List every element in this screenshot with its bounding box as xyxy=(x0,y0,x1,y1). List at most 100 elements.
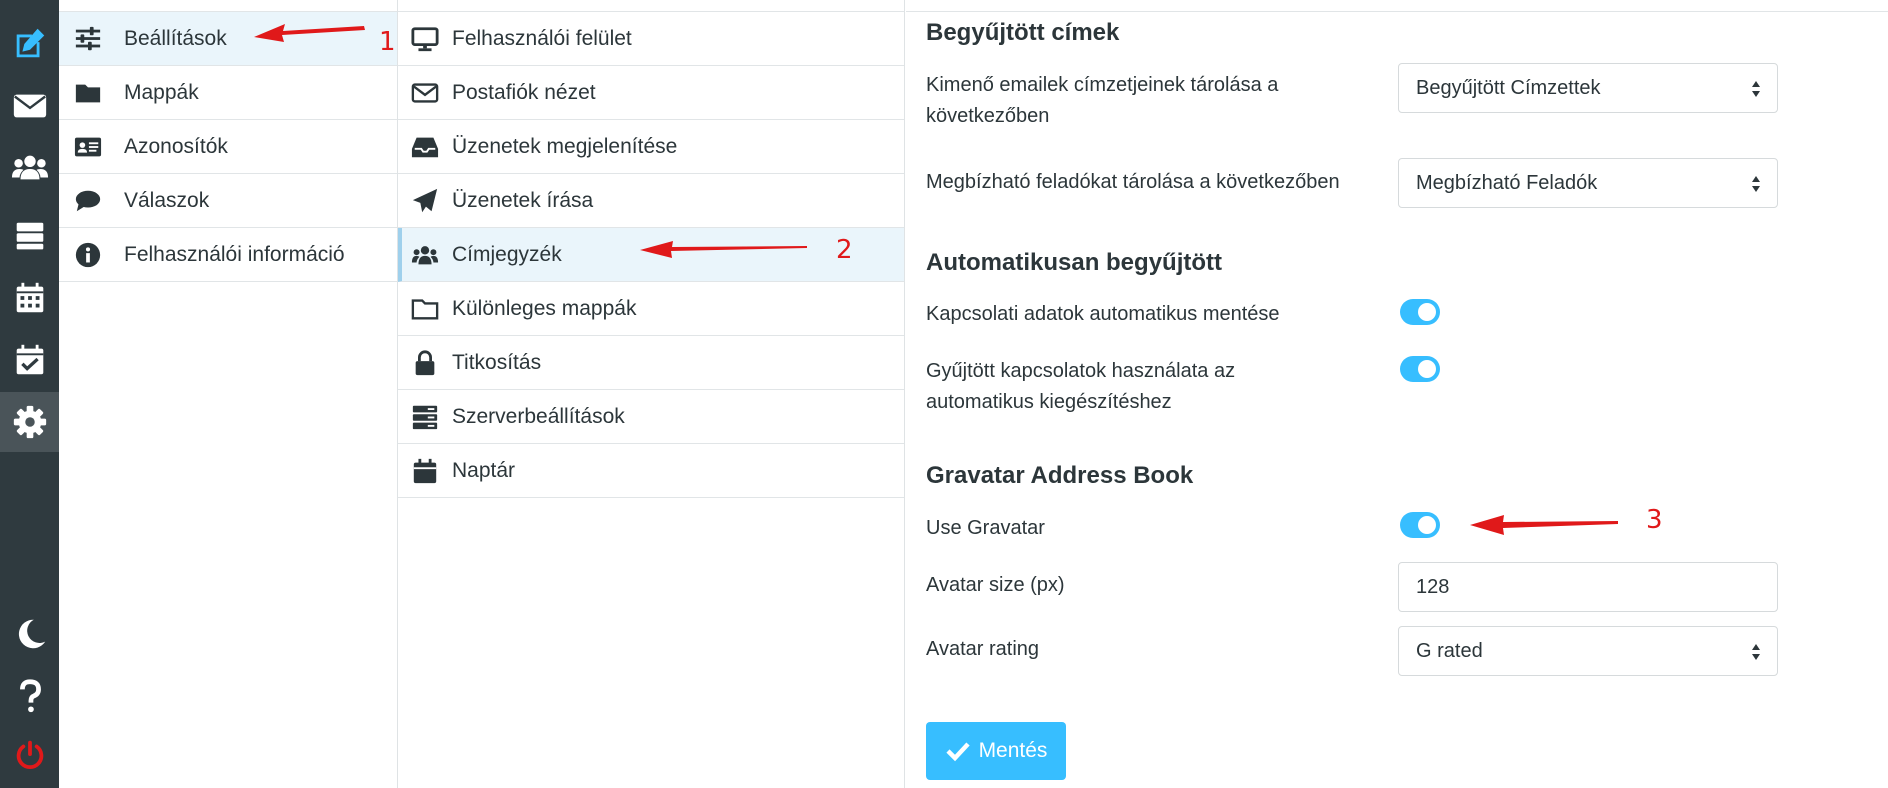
sort-caret-icon xyxy=(1752,81,1760,97)
moon-icon xyxy=(18,619,45,649)
annotation-number-3: 3 xyxy=(1646,505,1663,535)
avatar-rating-label: Avatar rating xyxy=(926,638,1040,660)
section-item-displaying-messages[interactable]: Üzenetek megjelenítése xyxy=(398,120,904,174)
server-button[interactable] xyxy=(0,208,59,268)
divider xyxy=(906,0,1888,12)
settings-nav: Beállítások Mappák Azonosítók Válaszok F… xyxy=(59,0,398,788)
server-icon xyxy=(410,402,440,432)
settings-nav-label: Felhasználói információ xyxy=(124,242,345,266)
server-icon xyxy=(16,222,43,250)
mail-button[interactable] xyxy=(0,76,59,136)
folder-icon xyxy=(73,78,103,108)
logout-button[interactable] xyxy=(0,726,59,786)
section-item-encryption[interactable]: Titkosítás xyxy=(398,336,904,390)
section-item-server-settings[interactable]: Szerverbeállítások xyxy=(398,390,904,444)
settings-nav-item-preferences[interactable]: Beállítások xyxy=(59,12,397,66)
compose-button[interactable] xyxy=(0,14,59,74)
contacts-button[interactable] xyxy=(0,138,59,198)
monitor-icon xyxy=(410,24,440,54)
section-item-special-folders[interactable]: Különleges mappák xyxy=(398,282,904,336)
users-icon xyxy=(410,240,440,270)
section-label: Üzenetek megjelenítése xyxy=(452,134,678,158)
section-item-mailbox-view[interactable]: Postafiók nézet xyxy=(398,66,904,120)
sort-caret-icon xyxy=(1752,644,1760,660)
calendar-icon xyxy=(16,282,43,313)
use-collected-autocomplete-toggle[interactable] xyxy=(1400,356,1440,382)
auto-save-contacts-toggle[interactable] xyxy=(1400,299,1440,325)
section-label: Titkosítás xyxy=(452,350,542,374)
section-label: Naptár xyxy=(452,458,516,482)
annotation-number-2: 2 xyxy=(836,235,853,265)
annotation-number-1: 1 xyxy=(379,27,396,57)
collected-recipients-select[interactable]: Begyűjtött Címzettek xyxy=(1398,63,1778,113)
power-icon xyxy=(16,740,43,769)
avatar-size-input[interactable]: 128 xyxy=(1398,562,1778,612)
settings-nav-label: Beállítások xyxy=(124,26,227,50)
folder-open-icon xyxy=(410,294,440,324)
paper-plane-icon xyxy=(410,186,440,216)
settings-nav-label: Mappák xyxy=(124,80,199,104)
tasks-button[interactable] xyxy=(0,330,59,390)
dark-mode-button[interactable] xyxy=(0,604,59,664)
input-value: 128 xyxy=(1416,575,1450,598)
save-button[interactable]: Mentés xyxy=(926,722,1066,780)
calendar-icon xyxy=(410,456,440,486)
section-title-gravatar: Gravatar Address Book xyxy=(926,462,1194,489)
section-label: Szerverbeállítások xyxy=(452,404,625,428)
id-card-icon xyxy=(73,132,103,162)
trusted-senders-select[interactable]: Megbízható Feladók xyxy=(1398,158,1778,208)
compose-icon xyxy=(16,28,44,58)
inbox-icon xyxy=(410,132,440,162)
auto-save-contacts-label: Kapcsolati adatok automatikus mentése xyxy=(926,303,1280,325)
section-title-automatic-collection: Automatikusan begyűjtött xyxy=(926,249,1223,276)
select-value: G rated xyxy=(1416,639,1483,662)
section-title-collected-addresses: Begyűjtött címek xyxy=(926,19,1120,46)
use-collected-autocomplete-label: Gyűjtött kapcsolatok használata az autom… xyxy=(926,360,1236,413)
lock-icon xyxy=(410,348,440,378)
section-item-calendar[interactable]: Naptár xyxy=(398,444,904,498)
use-gravatar-toggle[interactable] xyxy=(1400,512,1440,538)
divider xyxy=(59,0,397,12)
avatar-size-label: Avatar size (px) xyxy=(926,574,1065,596)
checkmark-icon xyxy=(945,742,970,762)
calendar-button[interactable] xyxy=(0,268,59,328)
help-button[interactable] xyxy=(0,666,59,726)
gear-icon xyxy=(13,405,46,439)
settings-nav-item-folders[interactable]: Mappák xyxy=(59,66,397,120)
settings-content: Begyűjtött címek Kimenő emailek címzetje… xyxy=(906,0,1888,788)
select-value: Begyűjtött Címzettek xyxy=(1416,76,1601,99)
section-label: Különleges mappák xyxy=(452,296,637,320)
section-item-addressbook[interactable]: Címjegyzék xyxy=(398,228,904,282)
sections-nav: Felhasználói felület Postafiók nézet Üze… xyxy=(398,0,905,788)
sort-caret-icon xyxy=(1752,176,1760,192)
info-icon xyxy=(73,240,103,270)
settings-button[interactable] xyxy=(0,392,59,452)
settings-nav-item-user-info[interactable]: Felhasználói információ xyxy=(59,228,397,282)
tasks-icon xyxy=(16,344,43,375)
app-rail xyxy=(0,0,59,788)
section-label: Címjegyzék xyxy=(452,242,562,266)
section-item-composing-messages[interactable]: Üzenetek írása xyxy=(398,174,904,228)
section-label: Üzenetek írása xyxy=(452,188,594,212)
sliders-icon xyxy=(73,24,103,54)
trusted-senders-label: Megbízható feladókat tárolása a következ… xyxy=(926,171,1340,193)
settings-nav-item-responses[interactable]: Válaszok xyxy=(59,174,397,228)
section-label: Felhasználói felület xyxy=(452,26,632,50)
collected-recipients-label: Kimenő emailek címzetjeinek tárolása a k… xyxy=(926,74,1279,127)
use-gravatar-label: Use Gravatar xyxy=(926,517,1045,539)
envelope-icon xyxy=(410,78,440,108)
divider xyxy=(398,0,904,12)
comment-icon xyxy=(73,186,103,216)
contacts-icon xyxy=(11,155,48,180)
avatar-rating-select[interactable]: G rated xyxy=(1398,626,1778,676)
settings-nav-label: Azonosítók xyxy=(124,134,228,158)
help-icon xyxy=(19,679,41,713)
section-item-user-interface[interactable]: Felhasználói felület xyxy=(398,12,904,66)
save-label: Mentés xyxy=(978,739,1048,762)
section-label: Postafiók nézet xyxy=(452,80,596,104)
settings-nav-item-identities[interactable]: Azonosítók xyxy=(59,120,397,174)
select-value: Megbízható Feladók xyxy=(1416,171,1598,194)
mail-icon xyxy=(13,94,46,118)
settings-nav-label: Válaszok xyxy=(124,188,210,212)
app-root: Beállítások Mappák Azonosítók Válaszok F… xyxy=(0,0,1888,788)
